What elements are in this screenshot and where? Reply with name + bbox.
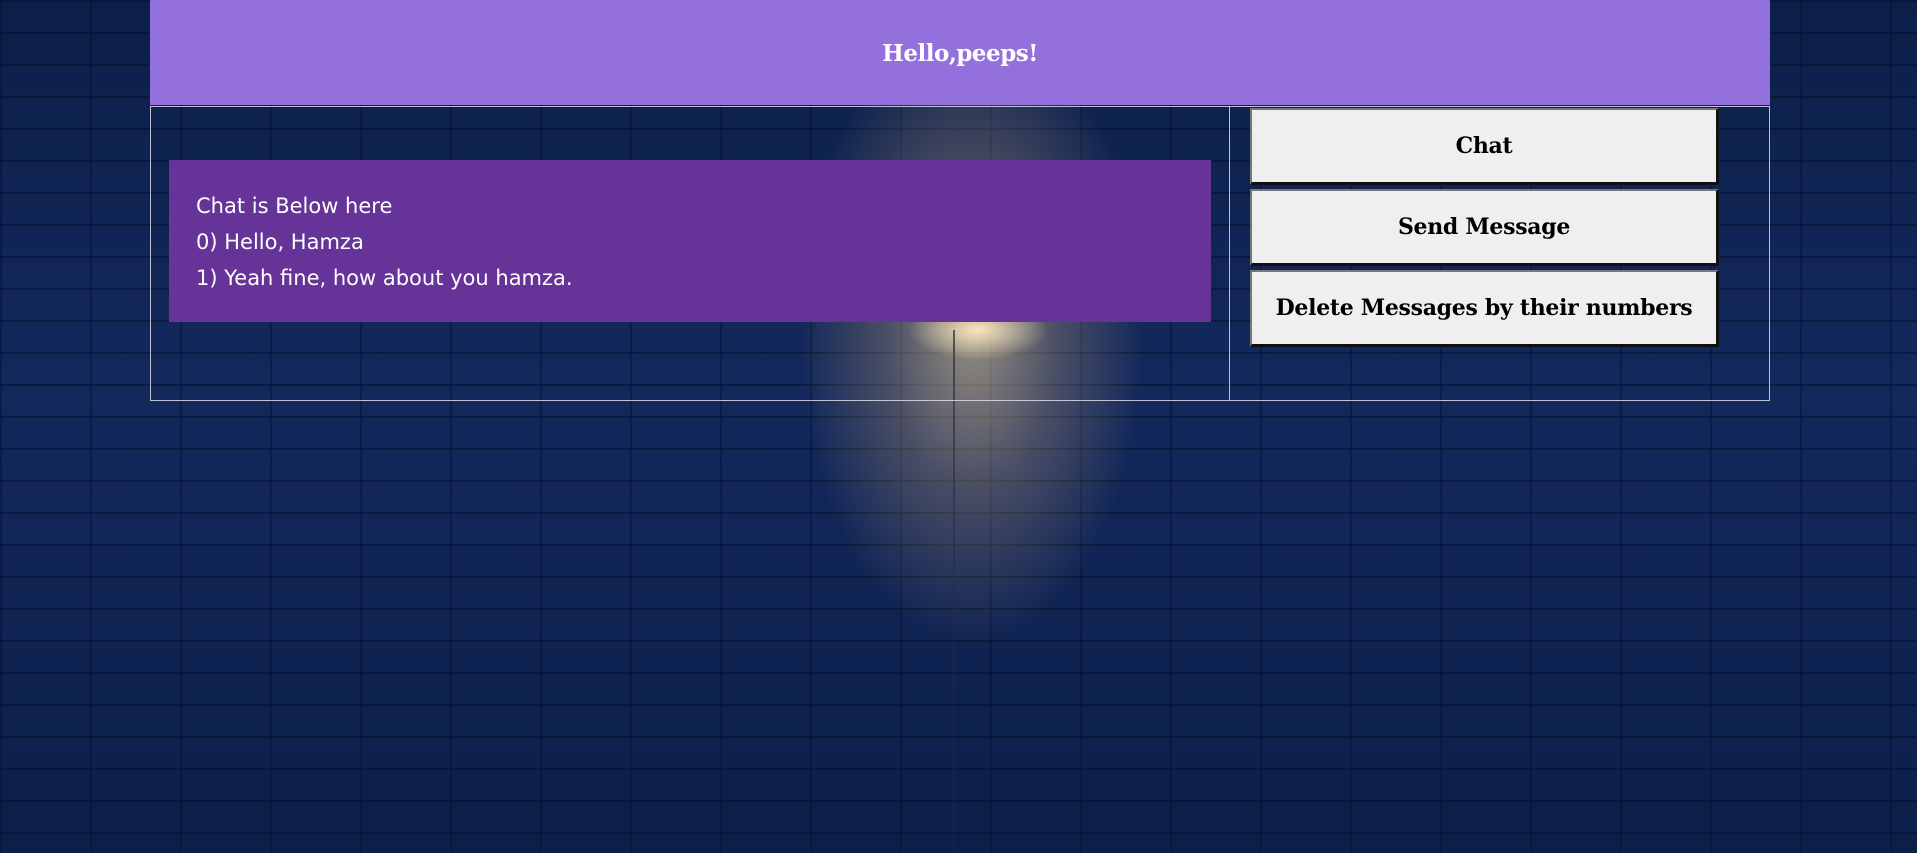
send-message-button[interactable]: Send Message	[1250, 189, 1719, 266]
background-light-seam	[953, 330, 955, 853]
column-divider	[1229, 106, 1230, 400]
chat-message: 0) Hello, Hamza	[196, 230, 364, 254]
chat-panel: Chat is Below here 0) Hello, Hamza 1) Ye…	[169, 160, 1211, 322]
chat-button[interactable]: Chat	[1250, 108, 1719, 185]
chat-heading: Chat is Below here	[196, 194, 393, 218]
chat-message: 1) Yeah fine, how about you hamza.	[196, 266, 573, 290]
page-header: Hello,peeps!	[150, 0, 1770, 105]
page-title: Hello,peeps!	[882, 40, 1038, 67]
delete-messages-button[interactable]: Delete Messages by their numbers	[1250, 270, 1719, 347]
